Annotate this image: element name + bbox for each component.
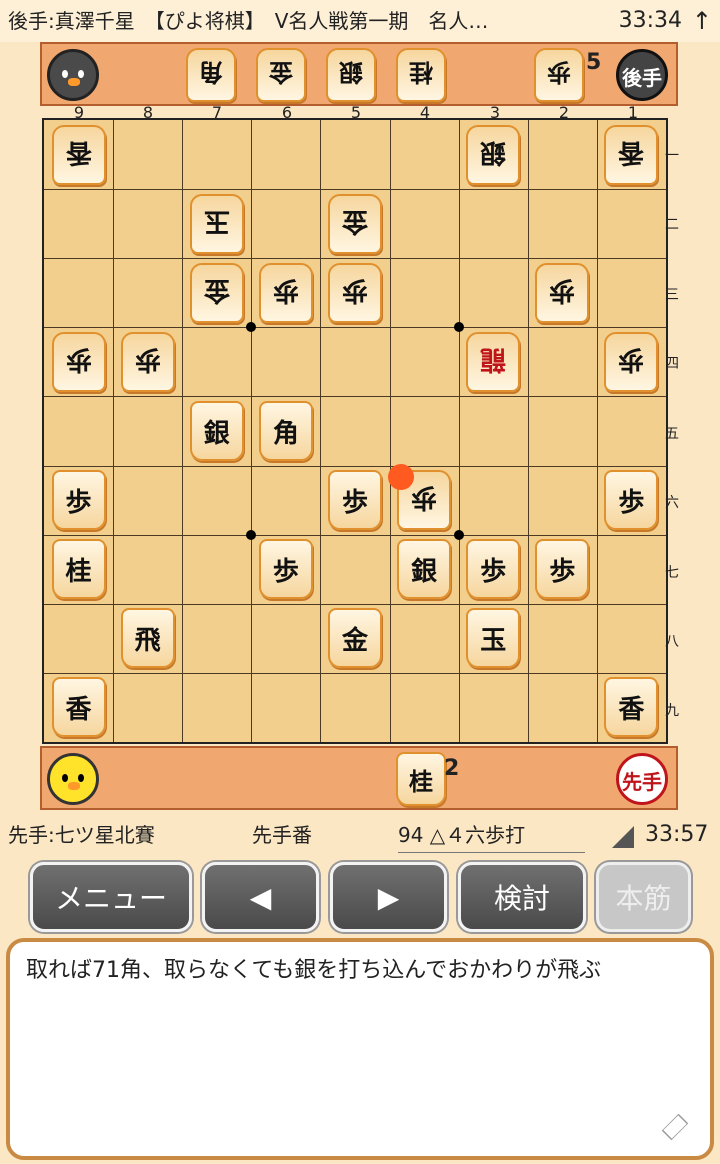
gote-piece[interactable]: 香: [51, 124, 106, 185]
grid-line: [44, 465, 666, 467]
gote-fu-count: 5: [586, 50, 602, 75]
last-move-marker: [387, 463, 414, 490]
avatar-beak-icon: [68, 78, 80, 86]
grid-line: [44, 327, 666, 329]
gote-piece[interactable]: 歩: [51, 331, 106, 392]
dropdown-triangle-icon[interactable]: [612, 826, 634, 848]
gote-piece[interactable]: 歩: [604, 331, 659, 392]
sente-piece[interactable]: 金: [328, 608, 382, 669]
avatar-eye-icon: [78, 70, 84, 78]
sente-piece[interactable]: 玉: [466, 608, 521, 669]
gote-hand-piece[interactable]: 金: [256, 48, 306, 102]
rank-label: 四: [665, 356, 679, 372]
rank-label: 二: [665, 217, 679, 233]
shogi-board[interactable]: 香銀香玉金金歩歩歩歩歩龍歩歩銀角歩歩歩桂歩銀歩歩飛金玉香香: [42, 118, 668, 744]
sente-piece[interactable]: 銀: [189, 401, 244, 461]
grid-line: [458, 120, 460, 742]
gote-piece[interactable]: 歩: [328, 262, 382, 323]
rank-label: 六: [665, 495, 679, 511]
gote-piece[interactable]: 金: [189, 262, 244, 323]
comment-text: 取れば71角、取らなくても銀を打ち込んでおかわりが飛ぶ: [26, 958, 602, 983]
sente-piece[interactable]: 銀: [397, 539, 452, 600]
rank-label: 一: [665, 148, 679, 164]
gote-hand-piece[interactable]: 角: [186, 48, 236, 102]
grid-line: [44, 672, 666, 674]
sente-kei-count: 2: [444, 756, 460, 781]
up-arrow-icon[interactable]: ↑: [692, 0, 712, 42]
avatar-beak-icon: [68, 782, 80, 790]
turn-label: 先手番: [252, 823, 312, 847]
grid-line: [113, 120, 115, 742]
rank-label: 七: [665, 565, 679, 581]
grid-line: [44, 396, 666, 398]
sente-piece[interactable]: 桂: [51, 539, 106, 600]
grid-line: [44, 603, 666, 605]
gote-hand-piece[interactable]: 歩: [534, 48, 584, 102]
comment-box[interactable]: 取れば71角、取らなくても銀を打ち込んでおかわりが飛ぶ: [6, 938, 714, 1160]
gote-piece[interactable]: 香: [604, 124, 659, 185]
sente-clock: 33:57: [645, 822, 709, 847]
grid-line: [389, 120, 391, 742]
sente-hand-piece[interactable]: 桂: [396, 752, 446, 806]
info-row: 先手:七ツ星北賽 先手番 94 △４六歩打 33:57: [0, 812, 720, 858]
grid-line: [320, 120, 322, 742]
title-bar: 後手:真澤千星 【ぴよ将棋】 V名人戦第一期 名人… 33:34 ↑: [0, 0, 720, 42]
star-point: [246, 529, 257, 540]
avatar-eye-icon: [78, 774, 84, 782]
main-line-button[interactable]: 本筋: [596, 862, 691, 932]
sente-piece[interactable]: 歩: [51, 470, 106, 531]
gote-badge: 後手: [616, 49, 668, 101]
avatar-eye-icon: [62, 70, 68, 78]
sente-piece[interactable]: 歩: [466, 539, 521, 600]
sente-piece[interactable]: 角: [258, 401, 313, 461]
star-point: [246, 322, 257, 333]
sente-player-name: 先手:七ツ星北賽: [8, 823, 155, 847]
rank-label: 八: [665, 634, 679, 650]
gote-clock: 33:34: [618, 8, 682, 33]
pencil-icon[interactable]: [661, 1113, 689, 1141]
gote-piece[interactable]: 歩: [258, 262, 313, 323]
gote-piece[interactable]: 歩: [535, 262, 590, 323]
grid-line: [44, 189, 666, 191]
sente-piece[interactable]: 歩: [604, 470, 659, 531]
sente-piece[interactable]: 飛: [120, 608, 175, 669]
sente-piece[interactable]: 歩: [328, 470, 382, 531]
sente-piece[interactable]: 香: [604, 677, 659, 738]
avatar-eye-icon: [62, 774, 68, 782]
sente-piece[interactable]: 香: [51, 677, 106, 738]
gote-piece[interactable]: 龍: [466, 331, 521, 392]
grid-line: [44, 258, 666, 260]
rank-label: 九: [665, 703, 679, 719]
rank-label: 五: [665, 426, 679, 442]
gote-hand-piece[interactable]: 銀: [326, 48, 376, 102]
star-point: [453, 529, 464, 540]
grid-line: [44, 534, 666, 536]
grid-line: [527, 120, 529, 742]
gote-piece[interactable]: 玉: [189, 193, 244, 254]
sente-hand-bar: 桂 2 先手: [40, 746, 678, 810]
star-point: [453, 322, 464, 333]
sente-avatar: [47, 753, 99, 805]
grid-line: [182, 120, 184, 742]
move-selector[interactable]: 94 △４六歩打: [398, 818, 586, 853]
sente-badge: 先手: [616, 753, 668, 805]
grid-line: [596, 120, 598, 742]
gote-piece[interactable]: 金: [328, 193, 382, 254]
game-title: 後手:真澤千星 【ぴよ将棋】 V名人戦第一期 名人…: [8, 9, 489, 33]
sente-piece[interactable]: 歩: [258, 539, 313, 600]
prev-move-button[interactable]: ◀: [202, 862, 319, 932]
gote-hand-piece[interactable]: 桂: [396, 48, 446, 102]
grid-line: [251, 120, 253, 742]
gote-avatar: [47, 49, 99, 101]
gote-hand-bar: 角 金 銀 桂 歩 5 後手: [40, 42, 678, 106]
menu-button[interactable]: メニュー: [30, 862, 192, 932]
rank-label: 三: [665, 287, 679, 303]
next-move-button[interactable]: ▶: [330, 862, 447, 932]
gote-piece[interactable]: 歩: [120, 331, 175, 392]
review-button[interactable]: 検討: [458, 862, 586, 932]
sente-piece[interactable]: 歩: [535, 539, 590, 600]
gote-piece[interactable]: 銀: [466, 124, 521, 185]
